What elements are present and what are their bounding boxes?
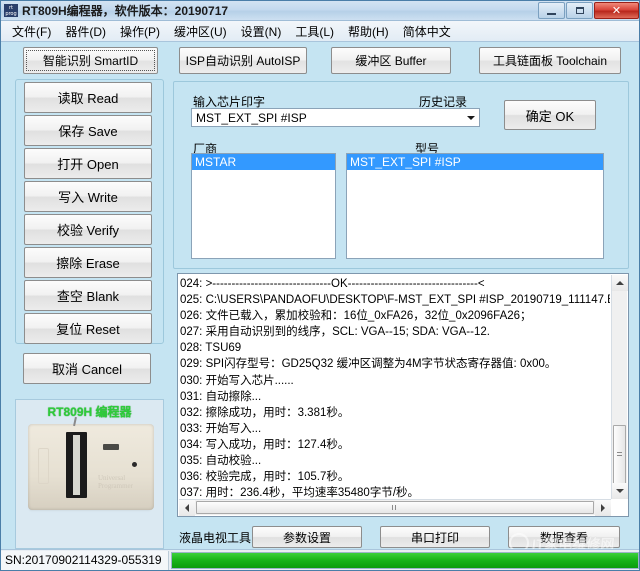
zif-socket-slot	[73, 435, 80, 495]
confirm-ok-button[interactable]: 确定 OK	[504, 100, 596, 130]
serial-number-label: SN:20170902114329-055319	[1, 551, 169, 570]
vertical-scroll-thumb[interactable]	[613, 425, 626, 485]
log-line: 036: 校验完成，用时：105.7秒。	[180, 469, 610, 485]
menu-item-language[interactable]: 简体中文	[396, 21, 458, 42]
horizontal-scroll-thumb[interactable]	[196, 501, 594, 514]
buffer-button[interactable]: 缓冲区 Buffer	[331, 47, 451, 74]
scroll-up-icon[interactable]	[612, 275, 628, 291]
save-button[interactable]: 保存 Save	[24, 115, 152, 146]
device-emboss-text: Universal Programmer	[98, 474, 154, 490]
toolchain-button[interactable]: 工具链面板 Toolchain	[479, 47, 621, 74]
blank-button[interactable]: 查空 Blank	[24, 280, 152, 311]
log-line: 029: SPI闪存型号：GD25Q32 缓冲区调整为4M字节状态寄存器值: 0…	[180, 356, 610, 372]
log-line: 037: 用时：236.4秒，平均速率35480字节/秒。	[180, 485, 610, 498]
menu-item-settings[interactable]: 设置(N)	[234, 21, 289, 42]
menu-item-device[interactable]: 器件(D)	[58, 21, 113, 42]
device-title: RT809H 编程器	[16, 403, 163, 420]
zif-socket-icon	[66, 432, 87, 498]
chipmark-value: MST_EXT_SPI #ISP	[192, 111, 463, 125]
list-item[interactable]: MST_EXT_SPI #ISP	[347, 154, 603, 170]
menu-bar: 文件(F) 器件(D) 操作(P) 缓冲区(U) 设置(N) 工具(L) 帮助(…	[1, 21, 640, 42]
log-line: 025: C:\USERS\PANDAOFU\DESKTOP\F-MST_EXT…	[180, 292, 610, 308]
top-toolbar: 智能识别 SmartID ISP自动识别 AutoISP 缓冲区 Buffer …	[1, 43, 640, 78]
log-line: 028: TSU69	[180, 340, 610, 356]
data-view-button[interactable]: 数据查看	[508, 526, 620, 548]
lcd-tools-label: 液晶电视工具	[179, 529, 251, 546]
model-listbox[interactable]: MST_EXT_SPI #ISP	[346, 153, 604, 259]
list-item[interactable]: MSTAR	[192, 154, 335, 170]
progress-bar-fill	[172, 553, 638, 568]
log-console[interactable]: 024: >-------------------------------OK-…	[177, 273, 629, 517]
serial-print-button[interactable]: 串口打印	[380, 526, 490, 548]
log-line: 026: 文件已载入，累加校验和：16位_0xFA26，32位_0x2096FA…	[180, 308, 610, 324]
menu-item-help[interactable]: 帮助(H)	[341, 21, 396, 42]
log-text: 024: >-------------------------------OK-…	[180, 276, 610, 498]
progress-bar	[171, 552, 639, 569]
menu-item-tools[interactable]: 工具(L)	[288, 21, 341, 42]
log-line: 030: 开始写入芯片......	[180, 373, 610, 389]
log-line: 031: 自动擦除...	[180, 389, 610, 405]
menu-item-buffer[interactable]: 缓冲区(U)	[167, 21, 234, 42]
read-button[interactable]: 读取 Read	[24, 82, 152, 113]
open-button[interactable]: 打开 Open	[24, 148, 152, 179]
reset-button[interactable]: 复位 Reset	[24, 313, 152, 344]
scroll-left-icon[interactable]	[179, 500, 195, 516]
status-bar: SN:20170902114329-055319	[1, 549, 640, 570]
device-led-icon	[132, 462, 137, 467]
window-title: RT809H编程器，软件版本：20190717	[22, 2, 228, 19]
vendor-listbox[interactable]: MSTAR	[191, 153, 336, 259]
zif-lever-icon	[73, 417, 77, 426]
programmer-photo: Universal Programmer	[28, 424, 154, 510]
close-button[interactable]: ✕	[594, 2, 639, 19]
verify-button[interactable]: 校验 Verify	[24, 214, 152, 245]
log-line: 035: 自动校验...	[180, 453, 610, 469]
minimize-button[interactable]	[538, 2, 565, 19]
erase-button[interactable]: 擦除 Erase	[24, 247, 152, 278]
log-horizontal-scrollbar[interactable]	[179, 499, 611, 515]
device-port-icon	[103, 444, 119, 450]
scroll-down-icon[interactable]	[612, 483, 628, 499]
action-button-group: 读取 Read 保存 Save 打开 Open 写入 Write 校验 Veri…	[15, 79, 164, 344]
window-controls: ✕	[537, 2, 639, 19]
log-line: 027: 采用自动识别到的线序，SCL: VGA--15; SDA: VGA--…	[180, 324, 610, 340]
chevron-down-icon[interactable]	[463, 109, 479, 126]
log-line: 032: 擦除成功，用时：3.381秒。	[180, 405, 610, 421]
app-icon: rtprog	[4, 4, 18, 17]
menu-item-operate[interactable]: 操作(P)	[113, 21, 167, 42]
smartid-button[interactable]: 智能识别 SmartID	[23, 47, 158, 74]
application-window: rtprog RT809H编程器，软件版本：20190717 ✕ 文件(F) 器…	[0, 0, 640, 571]
scroll-right-icon[interactable]	[595, 500, 611, 516]
log-line: 033: 开始写入...	[180, 421, 610, 437]
autoisp-button[interactable]: ISP自动识别 AutoISP	[179, 47, 307, 74]
cancel-button[interactable]: 取消 Cancel	[23, 353, 151, 384]
chipmark-combobox[interactable]: MST_EXT_SPI #ISP	[191, 108, 480, 127]
menu-item-file[interactable]: 文件(F)	[5, 21, 58, 42]
log-vertical-scrollbar[interactable]	[611, 275, 627, 499]
device-side-tab	[38, 448, 49, 484]
log-line: 024: >-------------------------------OK-…	[180, 276, 610, 292]
title-bar: rtprog RT809H编程器，软件版本：20190717 ✕	[1, 1, 640, 21]
params-settings-button[interactable]: 参数设置	[252, 526, 362, 548]
write-button[interactable]: 写入 Write	[24, 181, 152, 212]
maximize-button[interactable]	[566, 2, 593, 19]
log-line: 034: 写入成功，用时：127.4秒。	[180, 437, 610, 453]
